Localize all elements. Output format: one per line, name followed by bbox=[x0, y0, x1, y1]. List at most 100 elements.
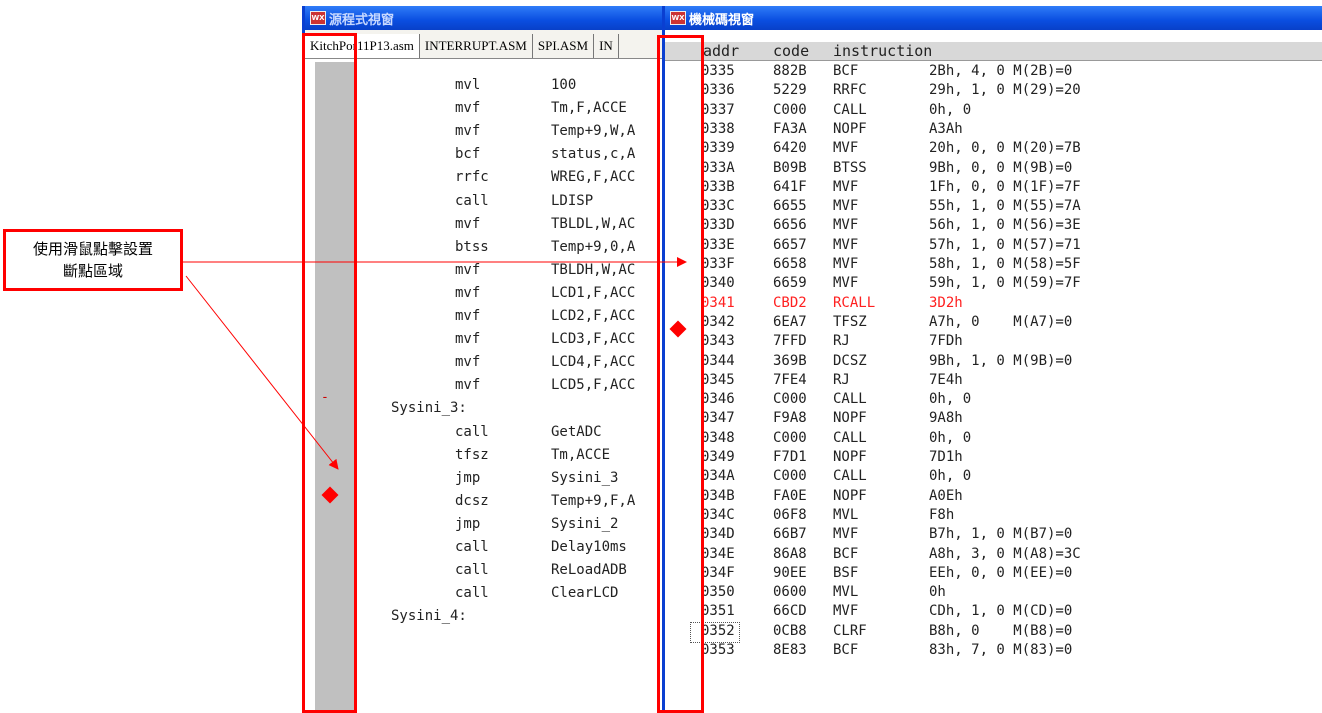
source-code-area[interactable]: mvl 100 mvf Tm,F,ACCE mvf Temp+9,W,A bcf status… bbox=[305, 62, 681, 713]
source-line[interactable]: mvf LCD2,F,ACC bbox=[305, 308, 681, 331]
operand: 100 bbox=[551, 77, 577, 93]
source-line[interactable]: rrfc WREG,F,ACC bbox=[305, 169, 681, 192]
code-cell: C000 bbox=[773, 391, 807, 408]
machine-row[interactable]: 033B 641F MVF 1Fh, 0, 0 M(1F)=7F bbox=[665, 179, 1322, 198]
app-icon: WX bbox=[310, 11, 326, 25]
instruction-cell: NOPF bbox=[833, 487, 867, 504]
instruction-cell: MVF bbox=[833, 603, 859, 620]
machine-row[interactable]: 0347 F9A8 NOPF 9A8h bbox=[665, 410, 1322, 429]
machine-row[interactable]: 0339 6420 MVF 20h, 0, 0 M(20)=7B bbox=[665, 140, 1322, 159]
source-line[interactable]: mvf LCD1,F,ACC bbox=[305, 285, 681, 308]
address-cell: 033D bbox=[701, 217, 735, 234]
tab-file[interactable]: INTERRUPT.ASM bbox=[420, 34, 533, 58]
operand: WREG,F,ACC bbox=[551, 169, 636, 186]
machine-row[interactable]: 033F 6658 MVF 58h, 1, 0 M(58)=5F bbox=[665, 256, 1322, 275]
machine-row[interactable]: 034B FA0E NOPF A0Eh bbox=[665, 488, 1322, 507]
code-cell: 66CD bbox=[773, 603, 807, 620]
tab-file[interactable]: IN bbox=[594, 34, 619, 58]
source-line[interactable]: call Delay10ms bbox=[305, 539, 681, 562]
operand-cell: 9A8h bbox=[929, 410, 963, 427]
machine-row[interactable]: 033C 6655 MVF 55h, 1, 0 M(55)=7A bbox=[665, 198, 1322, 217]
source-line[interactable]: dcsz Temp+9,F,A bbox=[305, 493, 681, 516]
machine-code-window[interactable]: WX 機械碼視窗 addr code instruction 0335 882B B… bbox=[662, 6, 1322, 713]
operand-cell: 0h, 0 bbox=[929, 468, 972, 485]
instruction-cell: NOPF bbox=[833, 449, 867, 465]
operand: GetADC bbox=[551, 423, 602, 440]
machine-row[interactable]: 0346 C000 CALL 0h, 0 bbox=[665, 391, 1322, 410]
instruction-cell: CALL bbox=[833, 101, 867, 118]
machine-row[interactable]: 033D 6656 MVF 56h, 1, 0 M(56)=3E bbox=[665, 217, 1322, 236]
machine-row[interactable]: 033A B09B BTSS 9Bh, 0, 0 M(9B)=0 bbox=[665, 160, 1322, 179]
machine-row[interactable]: 034E 86A8 BCF A8h, 3, 0 M(A8)=3C bbox=[665, 546, 1322, 565]
source-line[interactable]: bcf status,c,A bbox=[305, 146, 681, 169]
mnemonic: mvf bbox=[455, 215, 481, 232]
address-cell: 0351 bbox=[701, 603, 735, 620]
machine-row-breakpoint[interactable]: 0341 CBD2 RCALL 3D2h bbox=[665, 295, 1322, 314]
source-line[interactable]: call LDISP bbox=[305, 193, 681, 216]
source-line[interactable]: jmp Sysini_3 bbox=[305, 470, 681, 493]
machine-row[interactable]: 034D 66B7 MVF B7h, 1, 0 M(B7)=0 bbox=[665, 526, 1322, 545]
machine-row[interactable]: 0352 0CB8 CLRF B8h, 0 M(B8)=0 bbox=[665, 621, 1322, 643]
machine-window-titlebar[interactable]: WX 機械碼視窗 bbox=[665, 6, 1322, 30]
operand: LCD3,F,ACC bbox=[551, 331, 636, 348]
source-line[interactable]: mvl 100 bbox=[305, 77, 681, 100]
address-cell: 033E bbox=[701, 236, 735, 253]
source-window-titlebar[interactable]: WX 源程式視窗 bbox=[305, 6, 681, 30]
machine-row[interactable]: 0337 C000 CALL 0h, 0 bbox=[665, 102, 1322, 121]
instruction-cell: MVL bbox=[833, 506, 859, 523]
source-line[interactable]: mvf Tm,F,ACCE bbox=[305, 100, 681, 123]
source-line[interactable]: mvf TBLDL,W,AC bbox=[305, 216, 681, 239]
mnemonic: call bbox=[455, 539, 489, 555]
operand-cell: F8h bbox=[929, 506, 955, 523]
source-label-line[interactable]: Sysini_3: bbox=[305, 400, 681, 423]
source-line[interactable]: mvf Temp+9,W,A bbox=[305, 123, 681, 146]
source-line[interactable]: call GetADC bbox=[305, 424, 681, 447]
instruction-header: instruction bbox=[833, 42, 933, 60]
source-line[interactable]: btss Temp+9,0,A bbox=[305, 239, 681, 262]
machine-row[interactable]: 0344 369B DCSZ 9Bh, 1, 0 M(9B)=0 bbox=[665, 353, 1322, 372]
machine-row[interactable]: 0338 FA3A NOPF A3Ah bbox=[665, 121, 1322, 140]
source-line[interactable]: mvf LCD3,F,ACC bbox=[305, 331, 681, 354]
address-cell: 0345 bbox=[701, 371, 735, 388]
code-cell: 90EE bbox=[773, 564, 807, 581]
address-cell: 0348 bbox=[701, 429, 735, 446]
tab-file[interactable]: SPI.ASM bbox=[533, 34, 595, 58]
operand: Tm,F,ACCE bbox=[551, 100, 627, 117]
machine-row[interactable]: 0349 F7D1 NOPF 7D1h bbox=[665, 449, 1322, 468]
mnemonic: call bbox=[455, 562, 489, 579]
operand: LDISP bbox=[551, 192, 594, 209]
code-cell: 6657 bbox=[773, 236, 807, 253]
operand: LCD2,F,ACC bbox=[551, 308, 636, 324]
source-line[interactable]: call ReLoadADB bbox=[305, 562, 681, 585]
code-cell: 6659 bbox=[773, 275, 807, 292]
machine-row[interactable]: 0336 5229 RRFC 29h, 1, 0 M(29)=20 bbox=[665, 82, 1322, 101]
source-code-window[interactable]: WX 源程式視窗 KitchPor11P13.asm INTERRUPT.ASM S… bbox=[302, 6, 681, 713]
machine-row[interactable]: 0335 882B BCF 2Bh, 4, 0 M(2B)=0 bbox=[665, 63, 1322, 82]
machine-row[interactable]: 034A C000 CALL 0h, 0 bbox=[665, 468, 1322, 487]
source-line[interactable]: mvf TBLDH,W,AC bbox=[305, 262, 681, 285]
machine-row[interactable]: 0348 C000 CALL 0h, 0 bbox=[665, 430, 1322, 449]
machine-row[interactable]: 0351 66CD MVF CDh, 1, 0 M(CD)=0 bbox=[665, 603, 1322, 622]
machine-row[interactable]: 034C 06F8 MVL F8h bbox=[665, 507, 1322, 526]
source-label-line[interactable]: Sysini_4: bbox=[305, 608, 681, 631]
code-cell: 7FE4 bbox=[773, 371, 807, 388]
machine-row[interactable]: 0345 7FE4 RJ 7E4h bbox=[665, 372, 1322, 391]
machine-row[interactable]: 0342 6EA7 TFSZ A7h, 0 M(A7)=0 bbox=[665, 314, 1322, 333]
machine-row[interactable]: 0353 8E83 BCF 83h, 7, 0 M(83)=0 bbox=[665, 642, 1322, 661]
source-line[interactable]: call ClearLCD bbox=[305, 585, 681, 608]
source-line[interactable]: mvf LCD4,F,ACC bbox=[305, 354, 681, 377]
source-line[interactable]: tfsz Tm,ACCE bbox=[305, 447, 681, 470]
operand-cell: 57h, 1, 0 M(57)=71 bbox=[929, 236, 1081, 253]
source-line[interactable]: jmp Sysini_2 bbox=[305, 516, 681, 539]
machine-row[interactable]: 0343 7FFD RJ 7FDh bbox=[665, 333, 1322, 352]
machine-row[interactable]: 034F 90EE BSF EEh, 0, 0 M(EE)=0 bbox=[665, 565, 1322, 584]
machine-row[interactable]: 0340 6659 MVF 59h, 1, 0 M(59)=7F bbox=[665, 275, 1322, 294]
code-cell: 86A8 bbox=[773, 545, 807, 562]
source-line[interactable]: mvf LCD5,F,ACC bbox=[305, 377, 681, 400]
machine-row[interactable]: 033E 6657 MVF 57h, 1, 0 M(57)=71 bbox=[665, 237, 1322, 256]
operand-cell: EEh, 0, 0 M(EE)=0 bbox=[929, 564, 1073, 581]
operand: LCD4,F,ACC bbox=[551, 354, 636, 371]
source-window-title: 源程式視窗 bbox=[329, 12, 395, 28]
machine-row[interactable]: 0350 0600 MVL 0h bbox=[665, 584, 1322, 603]
operand-cell: 0h, 0 bbox=[929, 101, 972, 118]
